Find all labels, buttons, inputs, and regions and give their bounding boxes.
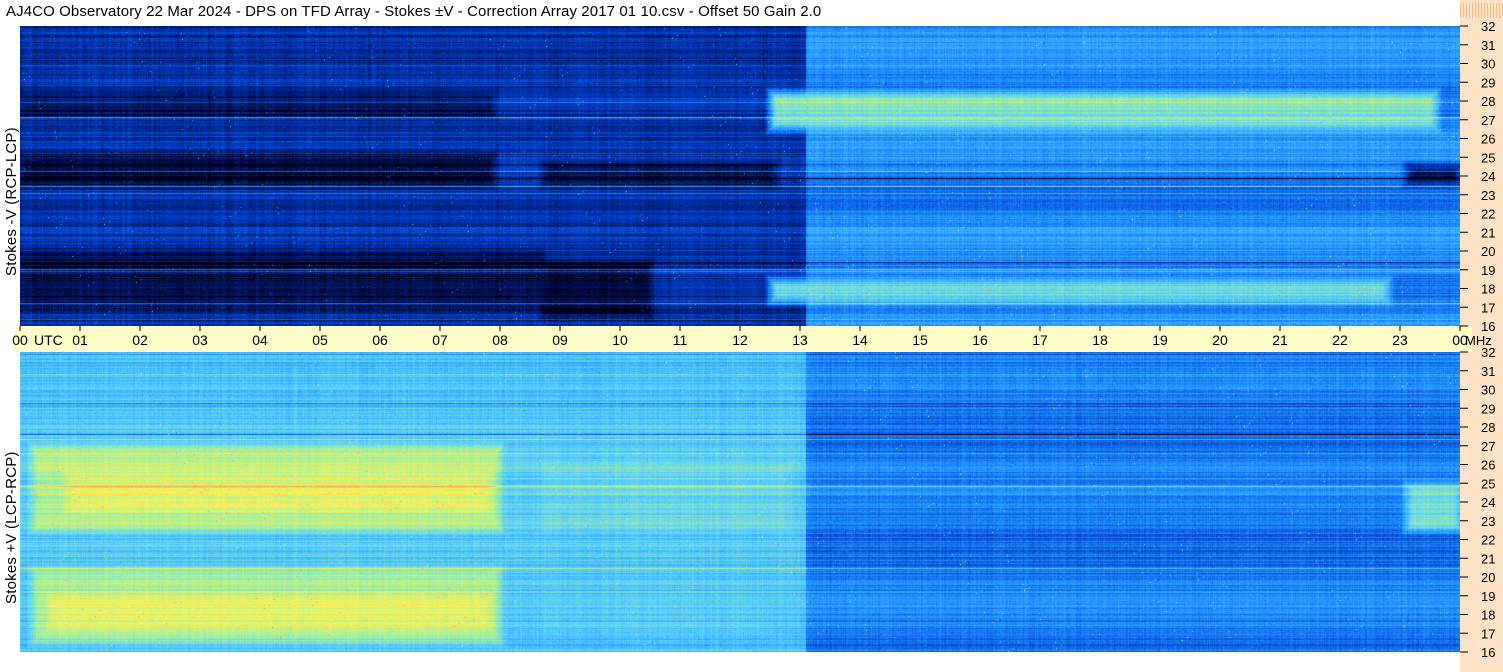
freq-tick-label-top: 25 (1481, 150, 1495, 165)
time-tick-label: 09 (552, 332, 568, 348)
time-tick-label: 10 (612, 332, 628, 348)
freq-tick-label-bottom: 27 (1481, 439, 1495, 454)
time-tick-label: 11 (673, 332, 688, 348)
freq-tick-label-bottom: 16 (1481, 645, 1495, 660)
time-tick-label: 02 (132, 332, 148, 348)
time-tick-label: 23 (1392, 332, 1408, 348)
freq-tick-label-top: 24 (1481, 169, 1495, 184)
freq-tick-label-top: 20 (1481, 244, 1495, 259)
time-tick-label: 22 (1332, 332, 1348, 348)
freq-tick-label-top: 30 (1481, 57, 1495, 72)
freq-tick-label-top: 19 (1481, 263, 1495, 278)
freq-tick-label-bottom: 28 (1481, 420, 1495, 435)
time-tick-label: 04 (252, 332, 268, 348)
time-tick-label: 01 (72, 332, 88, 348)
freq-tick-label-bottom: 31 (1481, 364, 1495, 379)
freq-tick-label-bottom: 18 (1481, 608, 1495, 623)
time-tick-label: 19 (1152, 332, 1168, 348)
freq-tick-label-bottom: 30 (1481, 383, 1495, 398)
time-tick-label: 17 (1032, 332, 1048, 348)
time-tick-label: 06 (372, 332, 388, 348)
time-tick-label: 14 (852, 332, 868, 348)
freq-tick-label-top: 28 (1481, 94, 1495, 109)
freq-tick-label-top: 29 (1481, 75, 1495, 90)
time-tick-label: 13 (792, 332, 808, 348)
freq-tick-label-bottom: 29 (1481, 401, 1495, 416)
freq-tick-label-top: 22 (1481, 207, 1495, 222)
freq-tick-label-top: 27 (1481, 113, 1495, 128)
freq-tick-label-top: 18 (1481, 282, 1495, 297)
freq-tick-label-bottom: 19 (1481, 589, 1495, 604)
freq-tick-label-bottom: 22 (1481, 533, 1495, 548)
freq-tick-label-bottom: 32 (1481, 345, 1495, 360)
freq-tick-label-top: 17 (1481, 300, 1495, 315)
freq-tick-label-bottom: 21 (1481, 551, 1495, 566)
freq-tick-label-bottom: 24 (1481, 495, 1495, 510)
time-tick-label: 16 (972, 332, 988, 348)
time-tick-label: 12 (732, 332, 748, 348)
time-tick-label: 05 (312, 332, 328, 348)
time-tick-label: 15 (912, 332, 928, 348)
time-tick-label: 18 (1092, 332, 1108, 348)
freq-tick-label-bottom: 17 (1481, 626, 1495, 641)
freq-tick-label-top: 23 (1481, 188, 1495, 203)
freq-tick-label-top: 16 (1481, 319, 1495, 334)
freq-tick-label-top: 32 (1481, 19, 1495, 34)
time-tick-label: 07 (432, 332, 448, 348)
spectrogram-figure: AJ4CO Observatory 22 Mar 2024 - DPS on T… (0, 0, 1503, 672)
freq-tick-label-bottom: 23 (1481, 514, 1495, 529)
freq-tick-label-top: 21 (1481, 225, 1495, 240)
freq-tick-label-bottom: 20 (1481, 570, 1495, 585)
axis-overlay: 00 01 02 03 04 05 06 07 08 09 10 11 12 13 14 15 16 17 18 19… (12, 19, 1495, 660)
freq-tick-label-bottom: 26 (1481, 458, 1495, 473)
time-tick-label: 08 (492, 332, 508, 348)
freq-tick-label-top: 26 (1481, 132, 1495, 147)
time-tick-label: 00 (12, 332, 28, 348)
freq-tick-label-bottom: 25 (1481, 476, 1495, 491)
time-tick-label: 03 (192, 332, 208, 348)
utc-label: UTC (34, 332, 63, 348)
freq-tick-label-top: 31 (1481, 38, 1495, 53)
time-tick-label: 21 (1272, 332, 1288, 348)
time-tick-label: 20 (1212, 332, 1228, 348)
